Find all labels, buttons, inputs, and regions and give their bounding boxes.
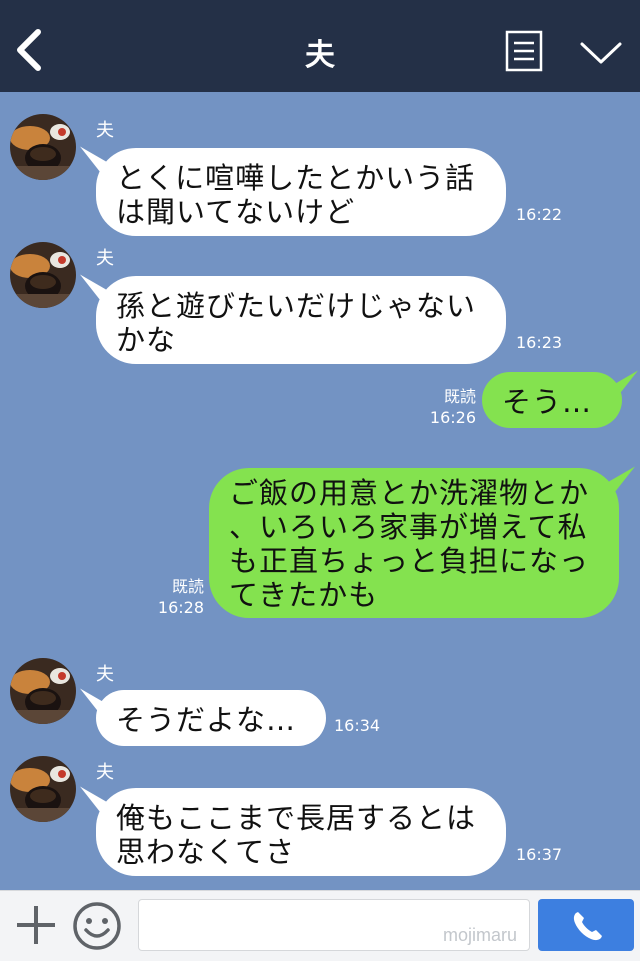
message-input[interactable]: mojimaru: [138, 899, 530, 951]
avatar[interactable]: [10, 756, 76, 822]
phone-icon: [573, 912, 602, 941]
message-bubble[interactable]: 孫と遊びたいだけじゃない かな: [96, 276, 506, 364]
sender-name: 夫: [96, 248, 114, 269]
message-time: 16:37: [516, 845, 563, 864]
read-receipt: 既読: [443, 387, 476, 406]
message-bubble[interactable]: 俺もここまで長居するとは 思わなくてさ: [96, 788, 506, 876]
sender-name: 夫: [96, 762, 114, 783]
dropdown-button[interactable]: [578, 36, 624, 68]
food-photo-icon: [10, 242, 76, 308]
menu-list-icon: [505, 30, 543, 72]
emoji-button[interactable]: [72, 901, 122, 951]
chat-header: 夫: [0, 0, 640, 92]
plus-icon: [17, 906, 55, 944]
message-meta: 既読 16:28: [148, 576, 204, 618]
message-time: 16:26: [429, 408, 476, 427]
avatar[interactable]: [10, 242, 76, 308]
food-photo-icon: [10, 756, 76, 822]
smiley-icon: [73, 902, 121, 950]
read-receipt: 既読: [171, 577, 204, 596]
watermark: mojimaru: [442, 925, 517, 945]
add-button[interactable]: [14, 903, 58, 947]
message-time: 16:22: [516, 205, 563, 224]
avatar[interactable]: [10, 114, 76, 180]
call-button[interactable]: [538, 899, 634, 951]
message-time: 16:28: [157, 598, 204, 617]
input-bar: mojimaru: [0, 890, 640, 961]
food-photo-icon: [10, 114, 76, 180]
menu-button[interactable]: [505, 30, 543, 72]
chevron-down-icon: [580, 42, 622, 64]
message-meta: 既読 16:26: [422, 386, 476, 428]
sender-name: 夫: [96, 664, 114, 685]
message-bubble[interactable]: ご飯の用意とか洗濯物とか 、いろいろ家事が増えて私 も正直ちょっと負担になっ て…: [209, 468, 619, 618]
message-list[interactable]: 夫 とくに喧嘩したとかいう話 は聞いてないけど 16:22 夫 孫と遊びたいだけ…: [0, 92, 640, 890]
chat-title: 夫: [305, 38, 335, 73]
message-time: 16:23: [516, 333, 563, 352]
message-time: 16:34: [334, 716, 381, 735]
avatar[interactable]: [10, 658, 76, 724]
message-bubble[interactable]: とくに喧嘩したとかいう話 は聞いてないけど: [96, 148, 506, 236]
message-bubble[interactable]: そう…: [482, 372, 622, 428]
message-bubble[interactable]: そうだよな…: [96, 690, 326, 746]
sender-name: 夫: [96, 120, 114, 141]
food-photo-icon: [10, 658, 76, 724]
